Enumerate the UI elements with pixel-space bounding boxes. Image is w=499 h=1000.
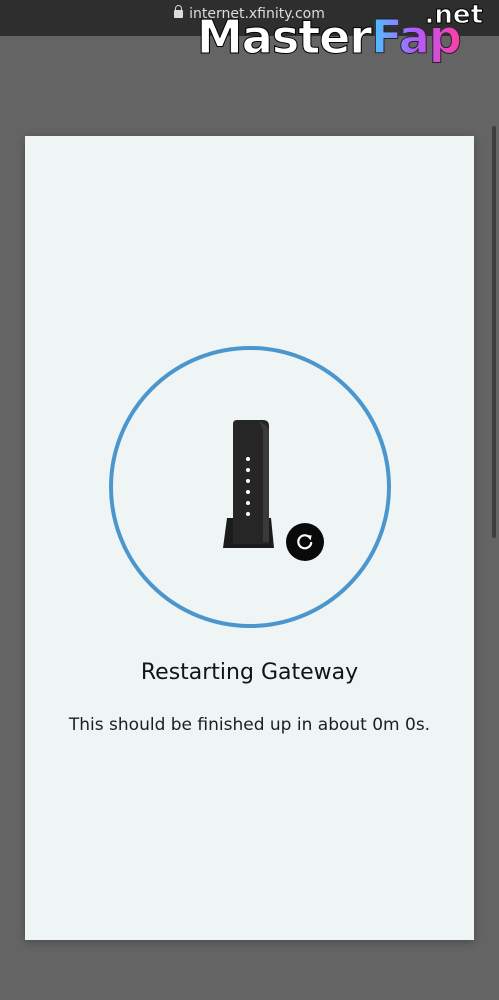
watermark-tld: .net <box>424 0 483 31</box>
watermark-brand: MasterFap <box>196 14 462 61</box>
gateway-modem-icon <box>223 420 274 548</box>
status-message: This should be finished up in about 0m 0… <box>68 715 431 735</box>
status-title: Restarting Gateway <box>140 660 359 685</box>
watermark-brand-part1: Master <box>196 10 372 64</box>
status-card: Restarting Gateway This should be finish… <box>25 136 474 940</box>
watermark-logo: MasterFap .net <box>196 0 497 76</box>
refresh-icon <box>286 523 324 561</box>
lock-icon <box>174 5 184 18</box>
scrollbar[interactable] <box>492 126 496 538</box>
